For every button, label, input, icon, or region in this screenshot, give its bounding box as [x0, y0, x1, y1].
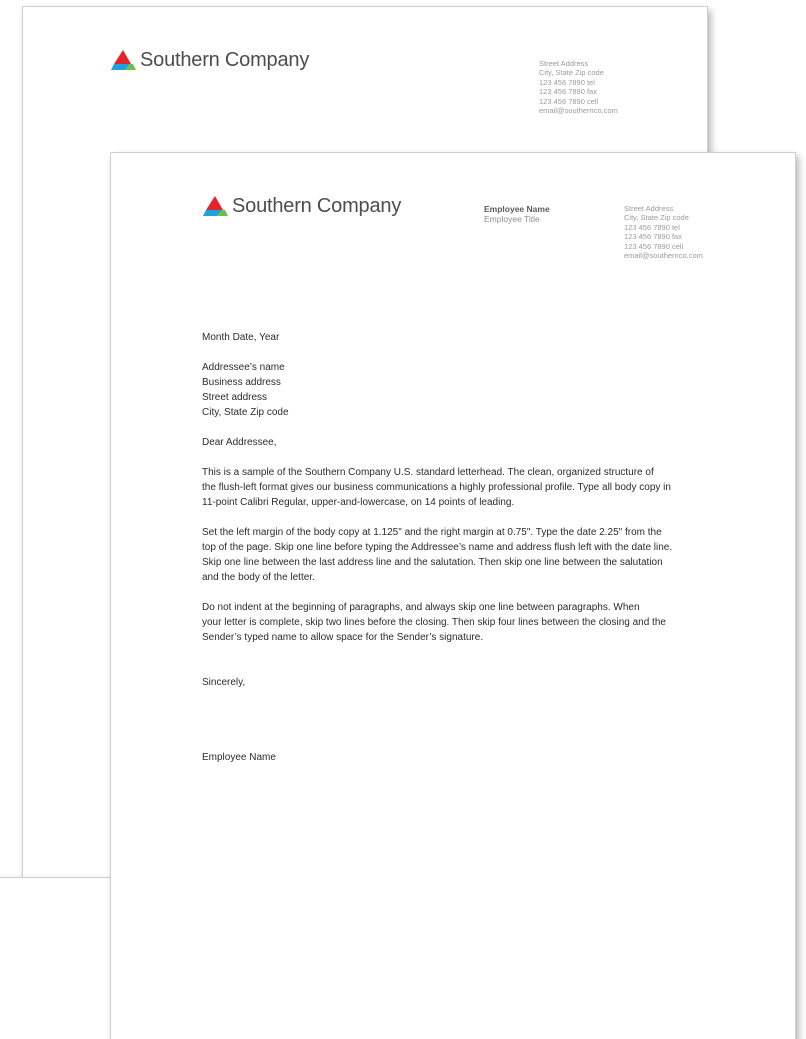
letter-body: Month Date, Year Addressee’s name Busine… [202, 330, 727, 765]
paragraph-line: Sender’s typed name to allow space for t… [202, 632, 484, 643]
paragraph-line: 11-point Calibri Regular, upper-and-lowe… [202, 497, 515, 508]
salutation: Dear Addressee, [202, 437, 277, 448]
contact-fax: 123 456 7890 fax [624, 232, 682, 242]
sender-name: Employee Name [484, 204, 550, 214]
closing: Sincerely, [202, 677, 246, 688]
company-name: Southern Company [140, 49, 310, 71]
company-logo-icon [203, 196, 228, 216]
addressee-street: Street address [202, 392, 268, 403]
contact-email: email@southernco.com [624, 251, 703, 261]
paragraph-line: the flush-left format gives our business… [202, 482, 671, 493]
body-paragraph-1: This is a sample of the Southern Company… [202, 465, 727, 510]
body-paragraph-3: Do not indent at the beginning of paragr… [202, 600, 727, 645]
body-paragraph-2: Set the left margin of the body copy at … [202, 525, 727, 585]
front-letterhead-sheet: Southern Company Employee Name Employee … [110, 152, 796, 1039]
contact-street: Street Address [624, 204, 674, 213]
contact-tel: 123 456 7890 tel [624, 222, 680, 232]
letter-date: Month Date, Year [202, 332, 280, 343]
contact-city: City, State Zip code [624, 213, 689, 223]
contact-cell: 123 456 7890 cell [539, 96, 599, 106]
sender-title: Employee Title [484, 214, 540, 224]
contact-fax: 123 456 7890 fax [539, 87, 597, 97]
company-name: Southern Company [232, 195, 402, 217]
contact-email: email@southernco.com [539, 106, 618, 116]
contact-street: Street Address [539, 59, 589, 68]
paragraph-line: your letter is complete, skip two lines … [202, 617, 666, 628]
letterhead-mockup: Southern Company Street Address City, St… [0, 0, 806, 1039]
paragraph-line: top of the page. Skip one line before ty… [202, 542, 673, 553]
contact-cell: 123 456 7890 cell [624, 241, 684, 251]
contact-block: Street Address City, State Zip code 123 … [539, 59, 618, 115]
signature-name: Employee Name [202, 752, 276, 763]
paragraph-line: This is a sample of the Southern Company… [202, 467, 654, 478]
addressee-city: City, State Zip code [202, 407, 289, 418]
sender-block: Employee Name Employee Title [484, 204, 550, 224]
addressee-business: Business address [202, 377, 281, 388]
paragraph-line: Skip one line between the last address l… [202, 557, 663, 568]
addressee-name: Addressee’s name [202, 362, 285, 373]
company-logo: Southern Company [203, 195, 401, 218]
company-logo-icon [111, 50, 136, 70]
contact-block: Street Address City, State Zip code 123 … [624, 204, 703, 260]
paragraph-line: Set the left margin of the body copy at … [202, 527, 662, 538]
contact-tel: 123 456 7890 tel [539, 77, 595, 87]
paragraph-line: and the body of the letter. [202, 572, 315, 583]
paragraph-line: Do not indent at the beginning of paragr… [202, 602, 640, 613]
company-logo: Southern Company [111, 49, 309, 72]
contact-city: City, State Zip code [539, 68, 604, 78]
